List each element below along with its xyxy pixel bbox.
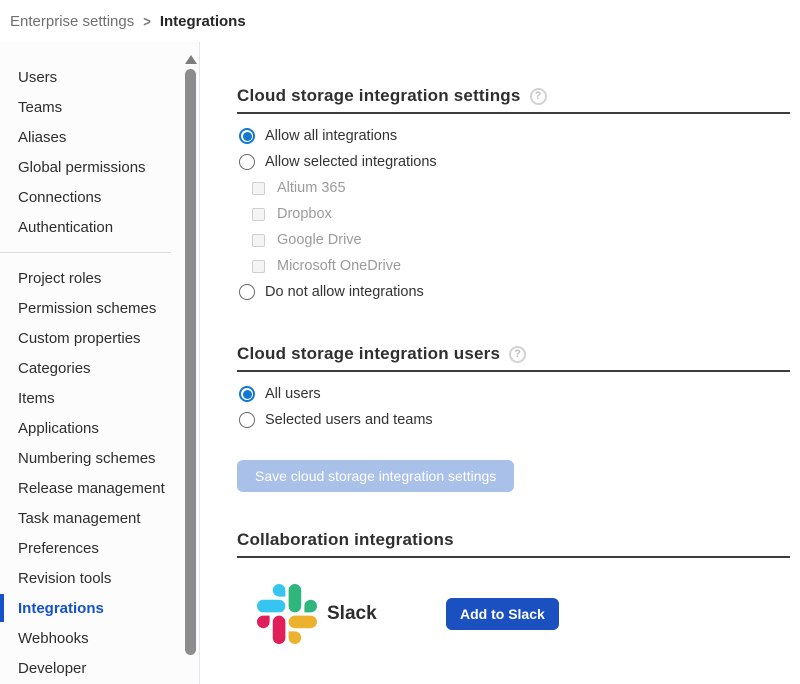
sidebar-item-webhooks[interactable]: Webhooks (0, 623, 199, 653)
sidebar-item-applications[interactable]: Applications (0, 413, 199, 443)
radio-option-all-users[interactable]: All users (239, 381, 790, 407)
sidebar-item-label: Integrations (18, 600, 104, 617)
sidebar-item-custom-properties[interactable]: Custom properties (0, 323, 199, 353)
cloud-storage-users-section: Cloud storage integration users ? All us… (237, 344, 790, 492)
settings-sidebar: Users Teams Aliases Global permissions Conne… (0, 42, 200, 684)
save-cloud-storage-settings-button[interactable]: Save cloud storage integration settings (237, 460, 514, 492)
checkbox-unchecked-icon[interactable] (252, 182, 265, 195)
chevron-right-icon: > (143, 12, 151, 29)
slack-integration-row: Slack Add to Slack (237, 584, 790, 644)
sidebar-nav: Users Teams Aliases Global permissions Conne… (0, 62, 199, 683)
scrollbar-thumb[interactable] (185, 69, 196, 655)
sidebar-item-label: Numbering schemes (18, 450, 156, 467)
radio-option-allow-all-integrations[interactable]: Allow all integrations (239, 123, 790, 149)
option-label: Dropbox (277, 206, 332, 222)
collaboration-integrations-section: Collaboration integrations Slack Add to … (237, 530, 790, 644)
sidebar-item-label: Preferences (18, 540, 99, 557)
sidebar-item-label: Categories (18, 360, 91, 377)
checkbox-unchecked-icon[interactable] (252, 208, 265, 221)
option-label: All users (265, 386, 321, 402)
sidebar-item-label: Release management (18, 480, 165, 497)
radio-unselected-icon[interactable] (239, 412, 255, 428)
sidebar-scrollbar (184, 55, 197, 684)
section-title: Collaboration integrations (237, 530, 454, 550)
sidebar-item-revision-tools[interactable]: Revision tools (0, 563, 199, 593)
sidebar-item-authentication[interactable]: Authentication (0, 212, 199, 242)
sidebar-item-label: Custom properties (18, 330, 141, 347)
option-label: Microsoft OneDrive (277, 258, 401, 274)
sidebar-item-label: Project roles (18, 270, 101, 287)
checkbox-option-dropbox[interactable]: Dropbox (239, 201, 790, 227)
breadcrumb-parent-link[interactable]: Enterprise settings (10, 13, 134, 30)
radio-unselected-icon[interactable] (239, 284, 255, 300)
sidebar-item-label: Aliases (18, 129, 66, 146)
sidebar-item-label: Developer (18, 660, 86, 677)
help-icon[interactable]: ? (530, 88, 547, 105)
sidebar-item-project-roles[interactable]: Project roles (0, 263, 199, 293)
section-heading: Cloud storage integration settings ? (237, 86, 790, 114)
sidebar-item-permission-schemes[interactable]: Permission schemes (0, 293, 199, 323)
option-label: Google Drive (277, 232, 362, 248)
sidebar-item-connections[interactable]: Connections (0, 182, 199, 212)
checkbox-unchecked-icon[interactable] (252, 260, 265, 273)
sidebar-item-label: Global permissions (18, 159, 146, 176)
sidebar-item-release-management[interactable]: Release management (0, 473, 199, 503)
option-label: Allow selected integrations (265, 154, 437, 170)
breadcrumb-current: Integrations (160, 13, 246, 30)
section-heading: Collaboration integrations (237, 530, 790, 558)
sidebar-item-teams[interactable]: Teams (0, 92, 199, 122)
scroll-up-arrow-icon[interactable] (185, 55, 197, 64)
sidebar-item-users[interactable]: Users (0, 62, 199, 92)
sidebar-item-task-management[interactable]: Task management (0, 503, 199, 533)
checkbox-option-google-drive[interactable]: Google Drive (239, 227, 790, 253)
sidebar-item-integrations[interactable]: Integrations (0, 593, 199, 623)
sidebar-item-developer[interactable]: Developer (0, 653, 199, 683)
sidebar-item-label: Task management (18, 510, 141, 527)
sidebar-item-categories[interactable]: Categories (0, 353, 199, 383)
checkbox-option-altium-365[interactable]: Altium 365 (239, 175, 790, 201)
add-to-slack-button[interactable]: Add to Slack (446, 598, 559, 630)
sidebar-item-label: Applications (18, 420, 99, 437)
slack-logo-icon (257, 584, 317, 644)
option-label: Selected users and teams (265, 412, 433, 428)
option-label: Altium 365 (277, 180, 346, 196)
sidebar-item-label: Connections (18, 189, 101, 206)
sidebar-item-preferences[interactable]: Preferences (0, 533, 199, 563)
option-label: Allow all integrations (265, 128, 397, 144)
checkbox-unchecked-icon[interactable] (252, 234, 265, 247)
sidebar-item-label: Items (18, 390, 55, 407)
radio-selected-icon[interactable] (239, 386, 255, 402)
sidebar-item-label: Permission schemes (18, 300, 156, 317)
radio-option-do-not-allow-integrations[interactable]: Do not allow integrations (239, 279, 790, 305)
users-options-group: All users Selected users and teams (237, 381, 790, 433)
option-label: Do not allow integrations (265, 284, 424, 300)
sidebar-item-items[interactable]: Items (0, 383, 199, 413)
help-icon[interactable]: ? (509, 346, 526, 363)
sidebar-item-global-permissions[interactable]: Global permissions (0, 152, 199, 182)
radio-selected-icon[interactable] (239, 128, 255, 144)
sidebar-item-label: Revision tools (18, 570, 111, 587)
sidebar-item-label: Teams (18, 99, 62, 116)
sidebar-item-label: Webhooks (18, 630, 89, 647)
breadcrumb: Enterprise settings > Integrations (0, 0, 800, 42)
radio-unselected-icon[interactable] (239, 154, 255, 170)
sidebar-item-numbering-schemes[interactable]: Numbering schemes (0, 443, 199, 473)
section-title: Cloud storage integration settings (237, 86, 521, 106)
sidebar-item-label: Users (18, 69, 57, 86)
section-title: Cloud storage integration users (237, 344, 500, 364)
storage-options-group: Allow all integrations Allow selected int… (237, 123, 790, 305)
section-heading: Cloud storage integration users ? (237, 344, 790, 372)
sidebar-item-aliases[interactable]: Aliases (0, 122, 199, 152)
sidebar-divider (0, 252, 171, 253)
integration-name: Slack (327, 603, 446, 625)
page-layout: Users Teams Aliases Global permissions Conne… (0, 42, 800, 684)
main-content: Cloud storage integration settings ? All… (200, 42, 800, 684)
sidebar-item-label: Authentication (18, 219, 113, 236)
radio-option-allow-selected-integrations[interactable]: Allow selected integrations (239, 149, 790, 175)
cloud-storage-settings-section: Cloud storage integration settings ? All… (237, 86, 790, 305)
radio-option-selected-users-and-teams[interactable]: Selected users and teams (239, 407, 790, 433)
checkbox-option-microsoft-onedrive[interactable]: Microsoft OneDrive (239, 253, 790, 279)
